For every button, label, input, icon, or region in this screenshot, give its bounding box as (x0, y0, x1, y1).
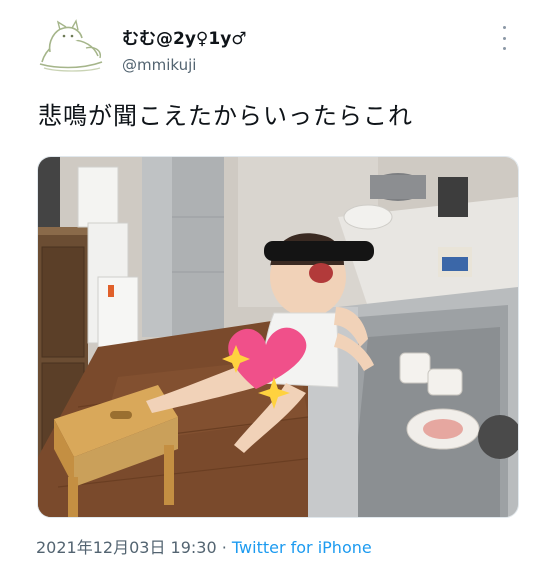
meta-separator: · (216, 538, 232, 557)
user-handle[interactable]: @mmikuji (122, 56, 196, 74)
photo-crying-toddler-icon (38, 157, 518, 517)
display-name[interactable]: むむ@2y♀1y♂ (122, 24, 247, 49)
tweet-photo[interactable] (37, 156, 519, 518)
cat-doodle-icon (39, 19, 103, 72)
user-avatar[interactable] (36, 18, 108, 74)
more-options-icon[interactable] (494, 26, 514, 50)
tweet-timestamp[interactable]: 2021年12月03日 19:30 (36, 538, 217, 557)
tweet-meta: 2021年12月03日 19:30 · Twitter for iPhone (36, 534, 372, 558)
tweet-text: 悲鳴が聞こえたからいったらこれ (38, 102, 413, 130)
tweet-source-link[interactable]: Twitter for iPhone (232, 538, 372, 557)
